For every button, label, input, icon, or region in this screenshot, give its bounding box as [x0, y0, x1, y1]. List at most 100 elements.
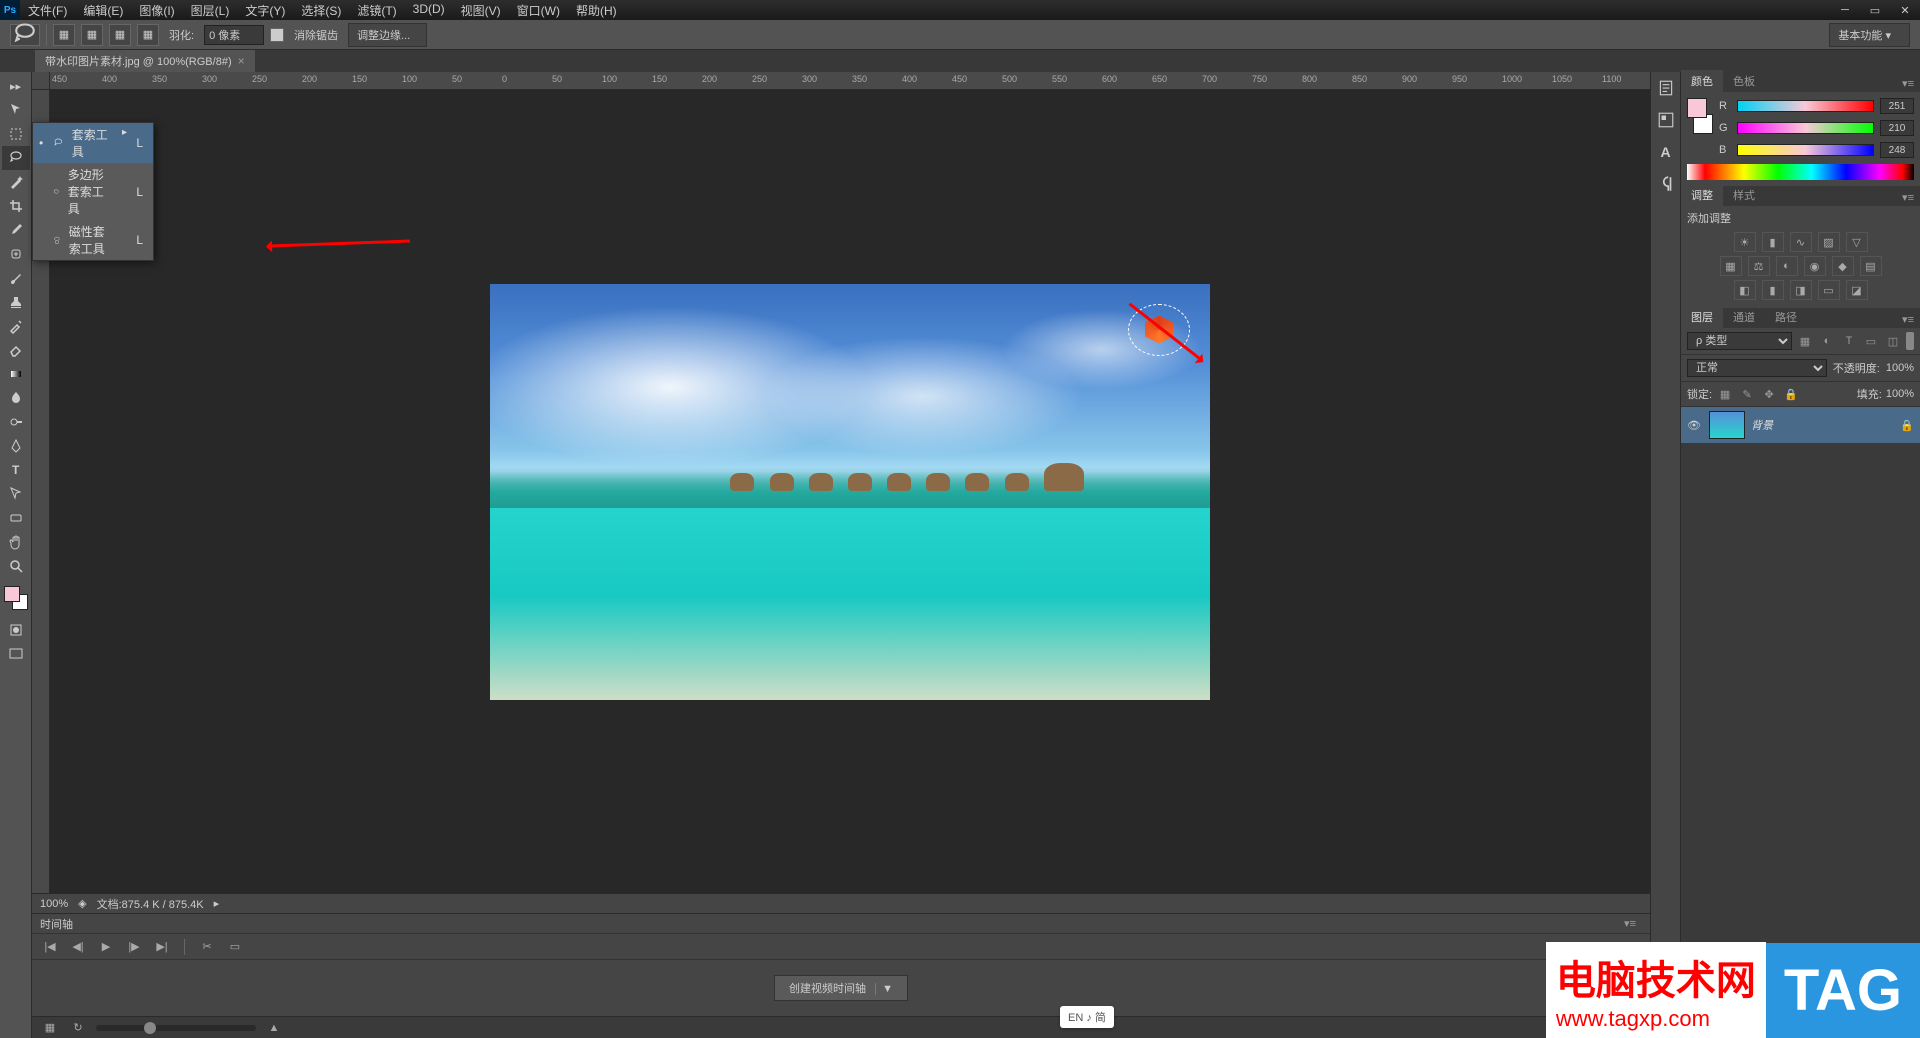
selection-subtract-icon[interactable]: ▦ — [109, 24, 131, 46]
lasso-tool[interactable] — [2, 146, 30, 170]
foreground-color[interactable] — [4, 586, 20, 602]
type-panel-icon[interactable]: A — [1656, 142, 1676, 162]
adj-selective-color-icon[interactable]: ◪ — [1846, 280, 1868, 300]
color-preview[interactable] — [1687, 98, 1713, 134]
maximize-button[interactable]: ▭ — [1860, 1, 1890, 19]
hand-tool[interactable] — [2, 530, 30, 554]
visibility-icon[interactable]: 👁 — [1687, 419, 1703, 432]
menu-layer[interactable]: 图层(L) — [183, 0, 238, 22]
layer-thumbnail[interactable] — [1709, 411, 1745, 439]
history-panel-icon[interactable] — [1656, 78, 1676, 98]
adj-levels-icon[interactable]: ▮ — [1762, 232, 1784, 252]
magic-wand-tool[interactable] — [2, 170, 30, 194]
healing-tool[interactable] — [2, 242, 30, 266]
g-slider[interactable] — [1737, 122, 1874, 134]
crop-tool[interactable] — [2, 194, 30, 218]
screen-mode-tool[interactable] — [2, 642, 30, 666]
go-to-first-frame-icon[interactable]: |◀ — [40, 938, 60, 956]
layer-name[interactable]: 背景 — [1751, 417, 1894, 433]
g-value[interactable] — [1880, 120, 1914, 136]
timeline-mode-icon[interactable]: ▦ — [40, 1019, 60, 1037]
layer-row[interactable]: 👁 背景 🔒 — [1681, 407, 1920, 443]
menu-view[interactable]: 视图(V) — [453, 0, 509, 22]
adj-exposure-icon[interactable]: ▨ — [1818, 232, 1840, 252]
refine-edge-button[interactable]: 调整边缘... — [348, 23, 427, 47]
zoom-tool[interactable] — [2, 554, 30, 578]
lock-transparency-icon[interactable]: ▦ — [1716, 386, 1734, 402]
tab-channels[interactable]: 通道 — [1723, 306, 1765, 328]
fill-value[interactable]: 100% — [1886, 388, 1914, 400]
adj-color-lookup-icon[interactable]: ▤ — [1860, 256, 1882, 276]
zoom-level[interactable]: 100% — [40, 898, 68, 910]
lock-position-icon[interactable]: ✥ — [1760, 386, 1778, 402]
mountain-icon[interactable]: ▲ — [264, 1019, 284, 1037]
settings-icon[interactable]: ▭ — [225, 938, 245, 956]
tab-paths[interactable]: 路径 — [1765, 306, 1807, 328]
r-slider[interactable] — [1737, 100, 1874, 112]
menu-filter[interactable]: 滤镜(T) — [349, 0, 404, 22]
tab-styles[interactable]: 样式 — [1723, 184, 1765, 206]
tab-close-icon[interactable]: × — [238, 54, 245, 68]
play-icon[interactable]: ▶ — [96, 938, 116, 956]
ime-indicator[interactable]: EN ♪ 简 — [1060, 1006, 1114, 1028]
render-icon[interactable]: ↻ — [68, 1019, 88, 1037]
document-tab[interactable]: 带水印图片素材.jpg @ 100%(RGB/8#) × — [35, 50, 255, 72]
canvas-viewport[interactable] — [50, 90, 1650, 893]
timeline-tab[interactable]: 时间轴 — [40, 916, 73, 932]
filter-toggle[interactable] — [1906, 332, 1914, 350]
lock-all-icon[interactable]: 🔒 — [1782, 386, 1800, 402]
layer-filter-kind[interactable]: ρ 类型 — [1687, 332, 1792, 350]
document-image[interactable] — [490, 284, 1210, 700]
create-timeline-button[interactable]: 创建视频时间轴 ▼ — [774, 975, 908, 1001]
collapse-toolbar-icon[interactable]: ▸▸ — [2, 74, 30, 98]
flyout-magnetic-lasso-tool[interactable]: 磁性套索工具 L — [33, 220, 153, 260]
menu-file[interactable]: 文件(F) — [20, 0, 75, 22]
menu-type[interactable]: 文字(Y) — [237, 0, 293, 22]
path-selection-tool[interactable] — [2, 482, 30, 506]
filter-smart-icon[interactable]: ◫ — [1884, 332, 1902, 350]
tab-swatches[interactable]: 色板 — [1723, 70, 1765, 92]
adj-bw-icon[interactable]: ◐ — [1776, 256, 1798, 276]
adj-gradient-map-icon[interactable]: ▭ — [1818, 280, 1840, 300]
selection-add-icon[interactable]: ▦ — [81, 24, 103, 46]
filter-type-icon[interactable]: T — [1840, 332, 1858, 350]
flyout-polygonal-lasso-tool[interactable]: 多边形套索工具 L — [33, 163, 153, 220]
antialias-checkbox[interactable]: ✓ — [270, 28, 284, 42]
panel-menu-icon[interactable]: ▾≡ — [1618, 915, 1642, 932]
tab-layers[interactable]: 图层 — [1681, 306, 1723, 328]
close-button[interactable]: ✕ — [1890, 1, 1920, 19]
filter-adjustment-icon[interactable]: ◐ — [1818, 332, 1836, 350]
adj-posterize-icon[interactable]: ▮ — [1762, 280, 1784, 300]
adj-hue-icon[interactable]: ▦ — [1720, 256, 1742, 276]
shape-tool[interactable] — [2, 506, 30, 530]
blend-mode-select[interactable]: 正常 — [1687, 359, 1827, 377]
b-slider[interactable] — [1737, 144, 1874, 156]
workspace-switcher[interactable]: 基本功能 ▾ — [1829, 23, 1910, 47]
adj-curves-icon[interactable]: ∿ — [1790, 232, 1812, 252]
eraser-tool[interactable] — [2, 338, 30, 362]
quick-mask-tool[interactable] — [2, 618, 30, 642]
menu-edit[interactable]: 编辑(E) — [75, 0, 131, 22]
doc-size[interactable]: 文档:875.4 K / 875.4K — [97, 896, 204, 912]
ruler-horizontal[interactable]: 4504003503002502001501005005010015020025… — [32, 72, 1650, 90]
adj-photo-filter-icon[interactable]: ◉ — [1804, 256, 1826, 276]
eyedropper-tool[interactable] — [2, 218, 30, 242]
opacity-value[interactable]: 100% — [1886, 362, 1914, 374]
timeline-zoom-slider[interactable] — [96, 1025, 256, 1031]
stamp-tool[interactable] — [2, 290, 30, 314]
flyout-lasso-tool[interactable]: • 套索工具 ▸ L — [33, 123, 153, 163]
paragraph-panel-icon[interactable] — [1656, 174, 1676, 194]
marquee-tool[interactable] — [2, 122, 30, 146]
color-swatches[interactable] — [4, 586, 28, 610]
dodge-tool[interactable] — [2, 410, 30, 434]
adj-threshold-icon[interactable]: ◨ — [1790, 280, 1812, 300]
tab-adjustments[interactable]: 调整 — [1681, 184, 1723, 206]
minimize-button[interactable]: ─ — [1830, 1, 1860, 19]
filter-pixel-icon[interactable]: ▦ — [1796, 332, 1814, 350]
pen-tool[interactable] — [2, 434, 30, 458]
selection-intersect-icon[interactable]: ▦ — [137, 24, 159, 46]
status-chevron-icon[interactable]: ▸ — [214, 897, 220, 910]
mute-icon[interactable]: ✂ — [197, 938, 217, 956]
brush-tool[interactable] — [2, 266, 30, 290]
panel-menu-icon[interactable]: ▾≡ — [1896, 189, 1920, 206]
